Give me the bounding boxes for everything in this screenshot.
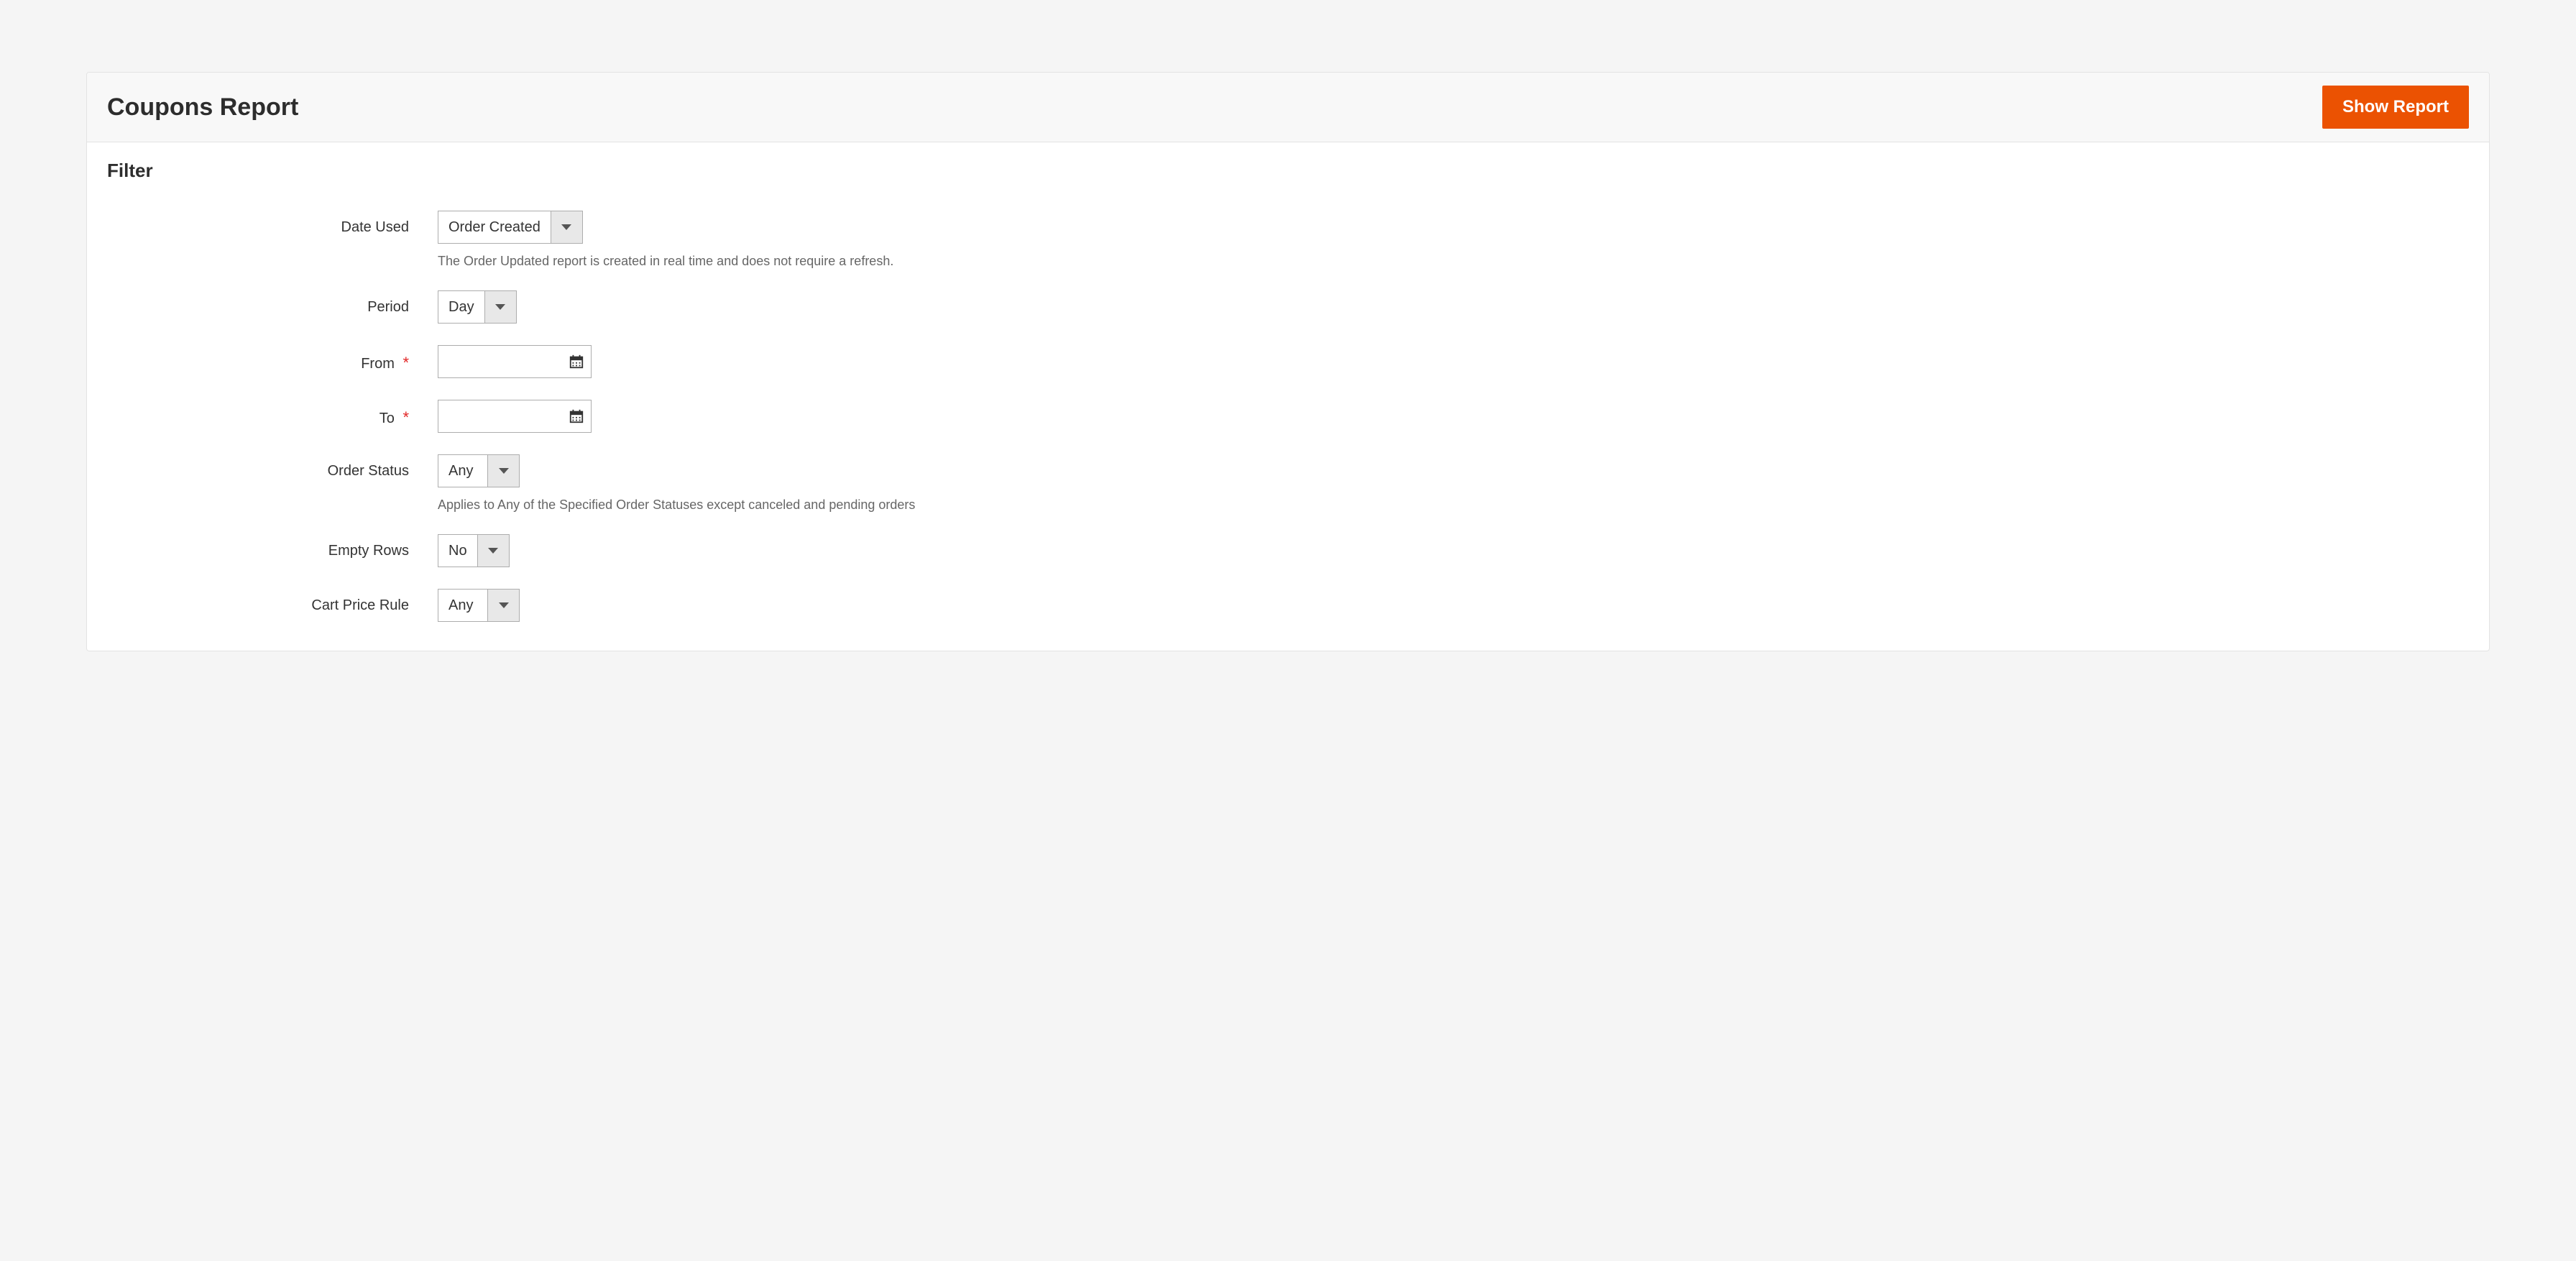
order-status-label-text: Order Status xyxy=(328,463,409,479)
chevron-down-icon xyxy=(551,211,582,243)
order-status-label: Order Status xyxy=(107,454,438,480)
to-date-wrap xyxy=(438,400,592,433)
date-used-helper: The Order Updated report is created in r… xyxy=(438,254,2469,269)
date-used-label-text: Date Used xyxy=(341,219,410,235)
chevron-down-icon xyxy=(484,291,516,323)
from-row: From * xyxy=(107,345,2469,378)
from-date-wrap xyxy=(438,345,592,378)
empty-rows-value: No xyxy=(438,535,477,567)
required-indicator: * xyxy=(402,408,409,426)
period-row: Period Day xyxy=(107,290,2469,324)
from-date-input[interactable] xyxy=(438,346,562,377)
panel-body: Filter Date Used Order Created The Order… xyxy=(87,142,2489,651)
period-select[interactable]: Day xyxy=(438,290,517,324)
page-title: Coupons Report xyxy=(107,93,298,121)
to-label-text: To xyxy=(380,411,395,426)
from-label: From * xyxy=(107,345,438,372)
from-label-text: From xyxy=(361,356,395,372)
chevron-down-icon xyxy=(487,455,519,487)
date-used-row: Date Used Order Created The Order Update… xyxy=(107,211,2469,269)
empty-rows-label: Empty Rows xyxy=(107,534,438,559)
cart-price-rule-row: Cart Price Rule Any xyxy=(107,589,2469,622)
calendar-icon[interactable] xyxy=(562,400,591,432)
required-indicator: * xyxy=(402,354,409,372)
to-label: To * xyxy=(107,400,438,427)
period-label: Period xyxy=(107,290,438,316)
chevron-down-icon xyxy=(487,590,519,621)
to-date-input[interactable] xyxy=(438,400,562,432)
date-used-select[interactable]: Order Created xyxy=(438,211,583,244)
report-panel: Coupons Report Show Report Filter Date U… xyxy=(86,72,2490,651)
cart-price-rule-label-text: Cart Price Rule xyxy=(311,597,409,613)
filter-section-title: Filter xyxy=(107,160,2469,182)
order-status-select[interactable]: Any xyxy=(438,454,520,487)
cart-price-rule-value: Any xyxy=(438,590,487,621)
cart-price-rule-label: Cart Price Rule xyxy=(107,589,438,614)
chevron-down-icon xyxy=(477,535,509,567)
cart-price-rule-select[interactable]: Any xyxy=(438,589,520,622)
date-used-value: Order Created xyxy=(438,211,551,243)
empty-rows-row: Empty Rows No xyxy=(107,534,2469,567)
order-status-helper: Applies to Any of the Specified Order St… xyxy=(438,497,2469,513)
to-row: To * xyxy=(107,400,2469,433)
empty-rows-label-text: Empty Rows xyxy=(328,543,409,559)
panel-header: Coupons Report Show Report xyxy=(87,73,2489,142)
empty-rows-select[interactable]: No xyxy=(438,534,510,567)
calendar-icon[interactable] xyxy=(562,346,591,377)
show-report-button[interactable]: Show Report xyxy=(2322,86,2469,129)
order-status-row: Order Status Any Applies to Any of the S… xyxy=(107,454,2469,513)
order-status-value: Any xyxy=(438,455,487,487)
period-label-text: Period xyxy=(367,299,409,315)
period-value: Day xyxy=(438,291,484,323)
date-used-label: Date Used xyxy=(107,211,438,236)
